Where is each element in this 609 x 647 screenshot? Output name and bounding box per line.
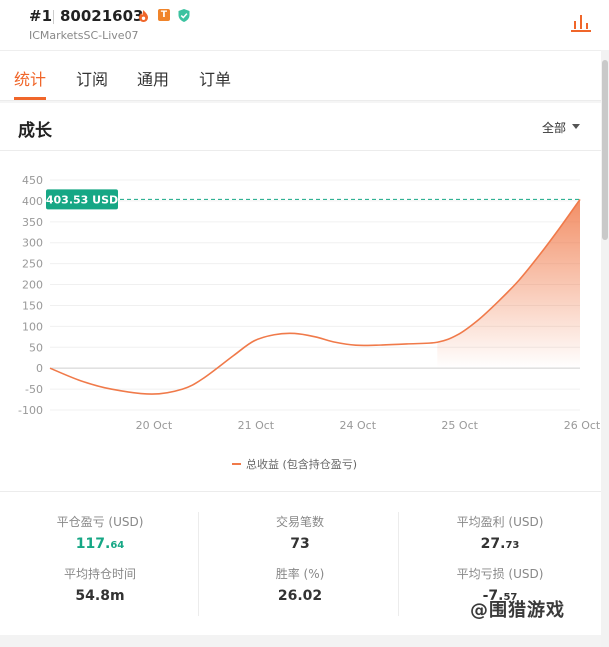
- area-fill: [437, 199, 580, 369]
- stat-label: 平均盈利 (USD): [456, 515, 544, 529]
- section-gap: [0, 101, 601, 103]
- stat-value-int: 117.: [75, 536, 111, 552]
- stat-value: 117.64: [0, 536, 200, 552]
- y-tick-label: 300: [22, 237, 43, 250]
- stat-value-int: 26.02: [277, 588, 323, 604]
- stat-item: 平均持仓时间 54.8m: [0, 565, 200, 604]
- stat-value: 73: [200, 536, 400, 552]
- stat-value: 26.02: [200, 588, 400, 604]
- stat-value-decimal: 64: [110, 540, 125, 551]
- tab-general[interactable]: 通用: [137, 66, 169, 90]
- legend-line-marker: [232, 463, 241, 465]
- y-tick-label: -100: [18, 404, 43, 417]
- stat-value-decimal: 73: [505, 540, 520, 551]
- x-tick-label: 21 Oct: [238, 419, 275, 432]
- scrollbar[interactable]: [601, 50, 609, 647]
- trader-badge-icon: T: [158, 9, 170, 21]
- growth-title: 成长: [18, 121, 52, 141]
- header-divider: [53, 10, 54, 24]
- x-tick-label: 24 Oct: [340, 419, 377, 432]
- y-tick-label: 150: [22, 299, 43, 312]
- y-tick-label: 200: [22, 279, 43, 292]
- period-filter-dropdown[interactable]: 全部: [542, 119, 566, 136]
- account-header: #1 80021603 T ICMarketsSC-Live07: [0, 0, 601, 51]
- stat-item: 平均盈利 (USD) 27.73: [400, 513, 600, 552]
- stat-label: 平均持仓时间: [63, 567, 136, 581]
- stat-label: 交易笔数: [275, 515, 324, 529]
- watermark-text: @围猎游戏: [470, 600, 565, 621]
- stat-value-int: 73: [290, 536, 310, 552]
- stat-label: 平均亏损 (USD): [456, 567, 544, 581]
- tab-subscribe[interactable]: 订阅: [76, 66, 108, 90]
- last-value-label: 403.53 USD: [46, 193, 118, 206]
- bar-chart-icon[interactable]: [570, 13, 592, 33]
- stat-item: 交易笔数 73: [200, 513, 400, 552]
- y-tick-label: 450: [22, 174, 43, 187]
- y-tick-label: 400: [22, 195, 43, 208]
- scrollbar-thumb[interactable]: [602, 60, 608, 240]
- fire-icon: [139, 10, 148, 22]
- x-tick-label: 26 Oct: [564, 419, 600, 432]
- tab-statistics[interactable]: 统计: [14, 66, 46, 90]
- stat-value: 54.8m: [0, 588, 200, 604]
- x-tick-label: 20 Oct: [136, 419, 173, 432]
- account-rank: #1: [29, 7, 53, 25]
- y-tick-label: -50: [25, 383, 43, 396]
- y-tick-label: 250: [22, 258, 43, 271]
- stat-value: 27.73: [400, 536, 600, 552]
- stat-item: 胜率 (%) 26.02: [200, 565, 400, 604]
- y-tick-label: 350: [22, 216, 43, 229]
- stat-item: 平仓盈亏 (USD) 117.64: [0, 513, 200, 552]
- chevron-down-icon[interactable]: [572, 124, 580, 129]
- y-tick-label: 0: [36, 362, 43, 375]
- legend-label: 总收益 (包含持仓盈亏): [246, 458, 358, 471]
- tab-bar: 统计 订阅 通用 订单: [0, 50, 601, 101]
- stat-value-int: 54.8m: [75, 588, 125, 604]
- stat-label: 胜率 (%): [275, 567, 325, 581]
- account-id: 80021603: [60, 7, 144, 25]
- y-tick-label: 50: [29, 341, 43, 354]
- stat-value-int: 27.: [480, 536, 506, 552]
- section-divider: [0, 150, 601, 151]
- server-name: ICMarketsSC-Live07: [29, 29, 139, 42]
- x-tick-label: 25 Oct: [441, 419, 478, 432]
- growth-chart: 450 400 350 300 250 200 150 100 50 0 -50 -100 20 Oct…: [18, 174, 600, 432]
- active-tab-indicator: [14, 97, 46, 100]
- stats-divider: [0, 491, 601, 492]
- bottom-band: [0, 635, 601, 647]
- tab-orders[interactable]: 订单: [199, 66, 231, 90]
- y-tick-label: 100: [22, 320, 43, 333]
- verified-shield-icon: [178, 9, 190, 22]
- stat-label: 平仓盈亏 (USD): [56, 515, 144, 529]
